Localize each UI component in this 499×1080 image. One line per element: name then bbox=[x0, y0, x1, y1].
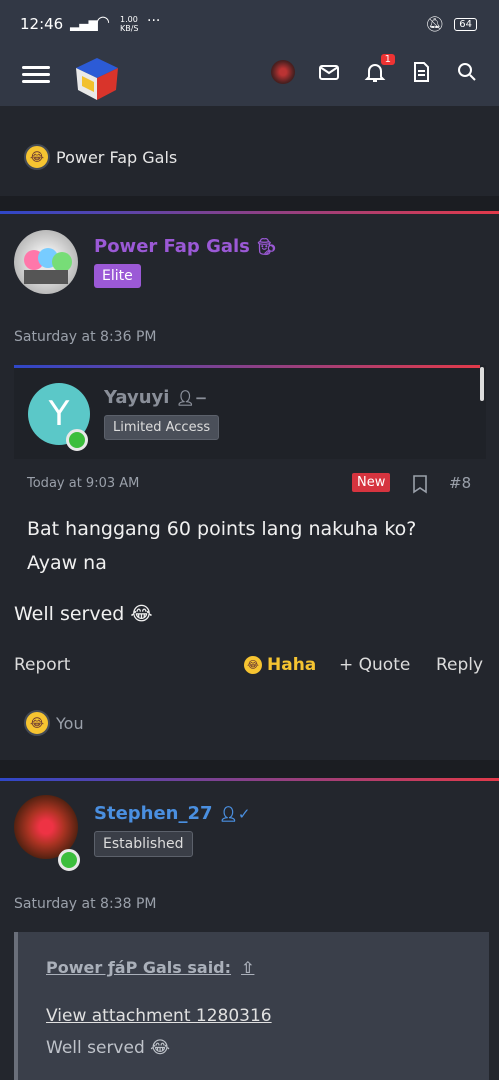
user-minus-icon: 👤︎− bbox=[175, 389, 208, 407]
bell-icon[interactable]: 1 bbox=[363, 54, 395, 84]
embedded-post: Y Yayuyi 👤︎− Limited Access bbox=[14, 365, 486, 459]
user-role-badge: Elite bbox=[94, 264, 141, 288]
haha-reaction-button[interactable]: 😂 Haha bbox=[244, 655, 316, 675]
post-text: Well served 😂 bbox=[14, 603, 153, 625]
bookmark-icon[interactable] bbox=[412, 474, 428, 498]
status-bar: 12:46 ▂▄▆ ◠ 1.00 KB/S ··· 🔕︎ 64 bbox=[0, 0, 499, 50]
more-dots: ··· bbox=[147, 13, 161, 29]
attachment-link[interactable]: View attachment 1280316 bbox=[46, 1006, 272, 1026]
post-user-header: Stephen_27 👤︎✓ Established bbox=[0, 781, 499, 878]
reaction-user[interactable]: Power Fap Gals bbox=[56, 148, 177, 167]
mail-icon[interactable] bbox=[317, 60, 341, 84]
limited-access-badge: Limited Access bbox=[104, 415, 220, 440]
post-timestamp[interactable]: Saturday at 8:36 PM bbox=[14, 329, 156, 345]
arrow-up-circle-icon[interactable]: ⇧ bbox=[241, 958, 254, 977]
menu-icon[interactable] bbox=[22, 62, 50, 90]
notification-badge: 1 bbox=[380, 54, 395, 65]
net-speed: 1.00 KB/S bbox=[120, 15, 139, 33]
online-status-icon bbox=[66, 429, 88, 451]
laughing-emoji-icon: 😂 bbox=[244, 656, 262, 674]
mute-icon: 🔕︎ bbox=[425, 15, 445, 33]
battery-icon: 64 bbox=[454, 17, 477, 31]
reaction-you[interactable]: You bbox=[56, 714, 84, 733]
site-logo[interactable] bbox=[72, 54, 122, 102]
top-navbar: 1 bbox=[0, 50, 499, 106]
wifi-icon: ◠ bbox=[96, 12, 110, 31]
report-button[interactable]: Report bbox=[14, 655, 70, 675]
power-fap-gals-avatar[interactable] bbox=[14, 230, 78, 294]
post-timestamp[interactable]: Saturday at 8:38 PM bbox=[14, 896, 156, 912]
quoted-text: Bat hanggang 60 points lang nakuha ko? A… bbox=[27, 518, 417, 574]
post-username[interactable]: Power Fap Gals 🕵︎ bbox=[94, 236, 276, 257]
laughing-emoji-icon: 😂 bbox=[24, 710, 50, 736]
new-badge: New bbox=[352, 473, 391, 492]
user-avatar-icon[interactable] bbox=[271, 60, 295, 84]
quoted-text: Well served 😂 bbox=[46, 1038, 171, 1058]
search-icon[interactable] bbox=[455, 60, 479, 84]
post-user-header: Power Fap Gals 🕵︎ Elite bbox=[0, 214, 499, 311]
laughing-emoji-icon: 😂 bbox=[24, 144, 50, 170]
quoted-timestamp[interactable]: Today at 9:03 AM bbox=[27, 476, 139, 491]
user-check-icon: 👤︎✓ bbox=[218, 805, 251, 823]
clock: 12:46 bbox=[20, 15, 64, 33]
previous-post-footer: 😂 Power Fap Gals bbox=[0, 106, 499, 196]
user-role-badge: Established bbox=[94, 831, 193, 857]
document-icon[interactable] bbox=[409, 60, 433, 84]
spy-icon: 🕵︎ bbox=[256, 237, 277, 256]
signal-icon: ▂▄▆ bbox=[70, 17, 98, 31]
scrollbar[interactable] bbox=[480, 367, 484, 401]
quote-button[interactable]: + Quote bbox=[339, 655, 410, 675]
post-username[interactable]: Stephen_27 👤︎✓ bbox=[94, 803, 250, 824]
reply-button[interactable]: Reply bbox=[436, 655, 483, 675]
quoted-username[interactable]: Yayuyi 👤︎− bbox=[104, 387, 207, 408]
blockquote: Power ƒáP Gals said: ⇧ View attachment 1… bbox=[14, 932, 489, 1080]
post-number[interactable]: #8 bbox=[449, 474, 471, 492]
online-status-icon bbox=[58, 849, 80, 871]
quote-source-link[interactable]: Power ƒáP Gals said: ⇧ bbox=[46, 958, 254, 977]
